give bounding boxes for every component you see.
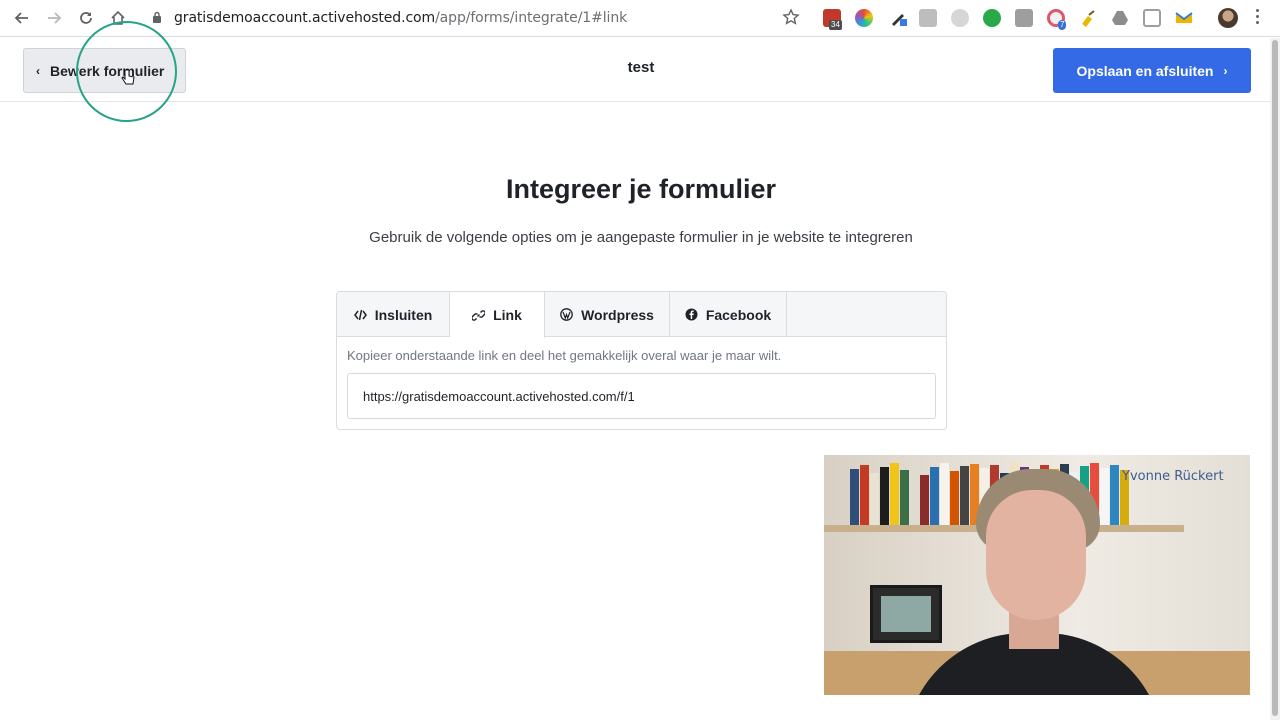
chevron-right-icon: › <box>1223 63 1228 78</box>
integrate-heading: Integreer je formulier <box>505 174 777 204</box>
link-description: Kopieer onderstaande link en deel het ge… <box>347 348 782 363</box>
photo-frame <box>870 585 942 643</box>
extension-badge: 34 <box>829 20 842 30</box>
page-scrollbar[interactable] <box>1270 38 1280 720</box>
scrollbar-thumb[interactable] <box>1272 40 1278 716</box>
browser-toolbar: gratisdemoaccount.activehosted.com/app/f… <box>0 0 1280 37</box>
reload-icon[interactable] <box>76 8 96 28</box>
mail-extension-icon[interactable] <box>1175 9 1193 27</box>
integration-panel: Insluiten Link Wordpress Facebook Kopiee… <box>336 291 947 430</box>
facebook-icon <box>685 308 698 321</box>
pen-extension-icon[interactable] <box>889 9 907 27</box>
tab-facebook[interactable]: Facebook <box>670 292 787 337</box>
broom-extension-icon[interactable] <box>1079 9 1097 27</box>
address-bar[interactable]: gratisdemoaccount.activehosted.com/app/f… <box>174 10 627 26</box>
app-header: ‹ Bewerk formulier test Opslaan en afslu… <box>0 38 1270 102</box>
tab-label: Wordpress <box>581 306 654 323</box>
brand-name: Yvonne Rückert <box>1122 469 1224 484</box>
evernote-extension-icon[interactable] <box>983 9 1001 27</box>
code-icon <box>353 309 367 321</box>
presenter-webcam-video: Yvonne Rückert <box>824 455 1250 695</box>
back-arrow-icon[interactable] <box>12 8 32 28</box>
tab-link[interactable]: Link <box>450 292 545 338</box>
code-extension-icon[interactable] <box>1015 9 1033 27</box>
form-link-field[interactable]: https://gratisdemoaccount.activehosted.c… <box>347 373 936 419</box>
document-extension-icon[interactable] <box>919 9 937 27</box>
image-extension-icon[interactable] <box>1143 9 1161 27</box>
save-and-close-button[interactable]: Opslaan en afsluiten › <box>1053 48 1251 93</box>
save-button-label: Opslaan en afsluiten <box>1076 62 1214 79</box>
url-domain: gratisdemoaccount.activehosted.com <box>174 10 436 26</box>
brand-watermark: Yvonne Rückert <box>1122 469 1224 484</box>
tab-label: Insluiten <box>374 306 433 323</box>
color-picker-extension-icon[interactable] <box>855 9 873 27</box>
k-extension-icon[interactable] <box>951 9 969 27</box>
integration-tabs: Insluiten Link Wordpress Facebook <box>337 292 946 338</box>
url-path: /app/forms/integrate/1#link <box>435 10 628 26</box>
forward-arrow-icon[interactable] <box>44 8 64 28</box>
drive-extension-icon[interactable] <box>1111 9 1129 27</box>
profile-avatar[interactable] <box>1218 8 1238 28</box>
link-icon <box>472 309 486 322</box>
tab-label: Link <box>493 307 522 323</box>
presenter-face <box>986 490 1086 620</box>
lock-icon[interactable] <box>152 11 162 29</box>
integrate-subheading: Gebruik de volgende opties om je aangepa… <box>369 229 913 246</box>
tab-label: Facebook <box>705 306 772 323</box>
bookmark-star-icon[interactable] <box>782 8 800 31</box>
extension-badge-2: 7 <box>1058 20 1067 30</box>
tab-insluiten[interactable]: Insluiten <box>337 292 450 337</box>
home-icon[interactable] <box>108 8 128 28</box>
tab-wordpress[interactable]: Wordpress <box>545 292 670 337</box>
browser-menu-icon[interactable] <box>1256 9 1260 27</box>
wordpress-icon <box>560 308 573 321</box>
